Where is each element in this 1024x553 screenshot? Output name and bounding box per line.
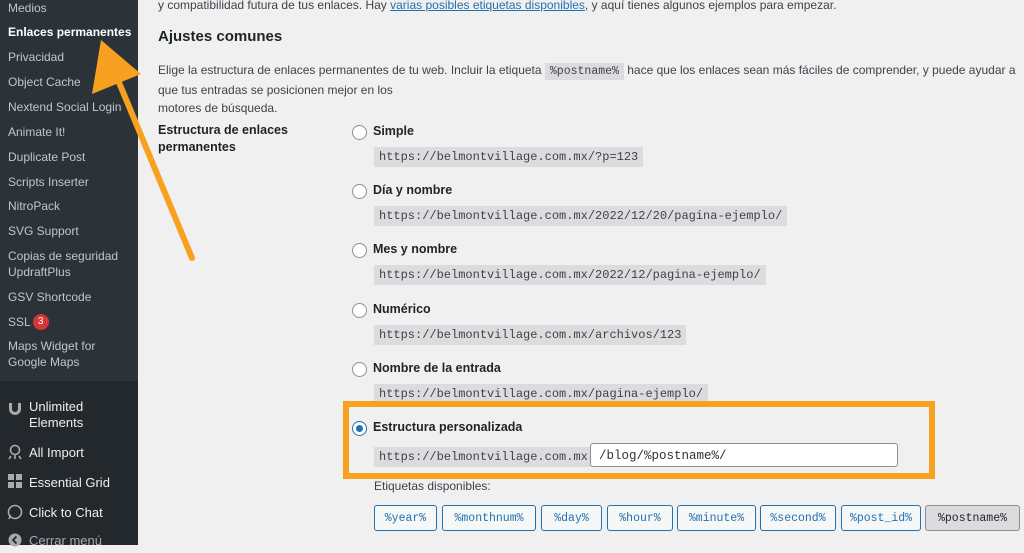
settings-submenu: Medios Enlaces permanentes Privacidad Ob… [0,0,138,381]
submenu-item-label: Maps Widget for [8,339,96,353]
submenu-item-ssl[interactable]: SSL 3 [8,314,49,330]
option-example: https://belmontvillage.com.mx/2022/12/pa… [374,265,766,285]
radio-numeric[interactable] [352,303,367,318]
tag-button-second[interactable]: %second% [760,505,836,531]
submenu-item-label-2: Google Maps [8,355,80,369]
tag-button-monthnum[interactable]: %monthnum% [442,505,536,531]
intro-text-end: , y aquí tienes algunos ejemplos para em… [584,0,837,12]
submenu-item-nextend[interactable]: Nextend Social Login [8,99,121,115]
tag-button-year[interactable]: %year% [374,505,437,531]
permalink-structure-label: Estructura de enlaces permanentes [158,122,308,156]
submenu-item-scripts-inserter[interactable]: Scripts Inserter [8,174,89,190]
whatsapp-icon [6,504,24,522]
highlight-box-annotation [343,401,935,479]
desc-start: Elige la estructura de enlaces permanent… [158,63,545,77]
update-count-badge: 3 [32,314,49,330]
radio-month-name[interactable] [352,243,367,258]
option-example: https://belmontvillage.com.mx/2022/12/20… [374,206,788,226]
desc-line-2: motores de búsqueda. [158,101,278,115]
radio-post-name[interactable] [352,362,367,377]
menu-item-label: Essential Grid [29,475,110,490]
option-label: Numérico [373,302,431,316]
submenu-item-gsv-shortcode[interactable]: GSV Shortcode [8,289,91,305]
submenu-item-label-2: UpdraftPlus [8,265,71,279]
submenu-item-duplicate-post[interactable]: Duplicate Post [8,149,85,165]
tag-button-hour[interactable]: %hour% [607,505,673,531]
menu-item-label: Click to Chat [29,505,103,520]
available-tags-label: Etiquetas disponibles: [374,479,491,493]
submenu-item-permalinks[interactable]: Enlaces permanentes [8,24,131,40]
label-line-2: permanentes [158,140,236,154]
label-line-1: Estructura de enlaces [158,123,288,137]
radio-day-name[interactable] [352,184,367,199]
postname-tag: %postname% [544,63,624,80]
option-label: Nombre de la entrada [373,361,501,375]
option-example: https://belmontvillage.com.mx/archivos/1… [374,325,687,345]
submenu-item-label: SSL [8,315,31,329]
grid-icon [6,474,24,492]
section-description: Elige la estructura de enlaces permanent… [158,61,1024,117]
option-label: Día y nombre [373,183,453,197]
section-title: Ajustes comunes [158,28,283,45]
submenu-item-svg-support[interactable]: SVG Support [8,223,79,239]
submenu-item-maps-widget[interactable]: Maps Widget for Google Maps [8,338,95,370]
option-label: Simple [373,124,414,138]
tag-button-post-id[interactable]: %post_id% [841,505,921,531]
submenu-item-medios[interactable]: Medios [8,0,47,16]
tag-button-postname[interactable]: %postname% [925,505,1020,531]
submenu-item-nitropack[interactable]: NitroPack [8,198,60,214]
collapse-icon [6,532,24,550]
intro-text: y compatibilidad futura de tus enlaces. … [158,0,836,12]
submenu-item-animate-it[interactable]: Animate It! [8,124,65,140]
admin-sidebar: Medios Enlaces permanentes Privacidad Ob… [0,0,138,548]
submenu-item-object-cache[interactable]: Object Cache [8,74,81,90]
menu-item-label-2: Elements [29,415,84,430]
tag-button-minute[interactable]: %minute% [677,505,756,531]
radio-simple[interactable] [352,125,367,140]
available-tags-link[interactable]: varias posibles etiquetas disponibles [390,0,585,12]
menu-item-label: All Import [29,445,84,460]
tag-button-day[interactable]: %day% [541,505,602,531]
menu-item-label: Cerrar menú [29,533,102,548]
submenu-item-privacy[interactable]: Privacidad [8,49,64,65]
all-import-icon [6,444,24,462]
intro-text-start: y compatibilidad futura de tus enlaces. … [158,0,391,12]
menu-item-label: Unlimited [29,399,84,414]
submenu-item-updraftplus[interactable]: Copias de seguridad UpdraftPlus [8,248,118,280]
submenu-item-label: Copias de seguridad [8,249,119,263]
unlimited-elements-icon [6,400,24,418]
option-label: Mes y nombre [373,242,458,256]
option-example: https://belmontvillage.com.mx/?p=123 [374,147,644,167]
